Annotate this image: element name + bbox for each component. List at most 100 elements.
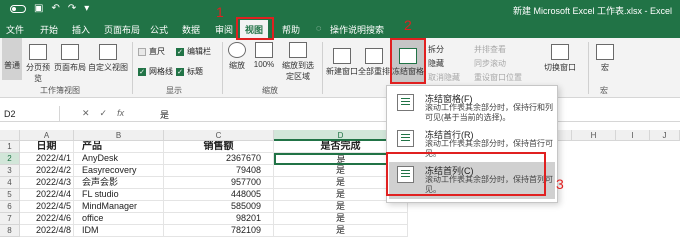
row-header[interactable]: 7 xyxy=(0,213,20,225)
headings-checkbox[interactable]: ✓ 标题 xyxy=(176,66,203,77)
reset-window-position-button[interactable]: 重设窗口位置 xyxy=(474,72,522,83)
split-button[interactable]: 拆分 xyxy=(428,44,444,55)
normal-view-button[interactable]: 普通 xyxy=(2,38,22,80)
cell-b5[interactable]: FL studio xyxy=(74,189,164,201)
tab-page-layout[interactable]: 页面布局 xyxy=(104,23,140,36)
page-layout-view-button[interactable]: 页面布局 xyxy=(52,44,88,73)
row-header[interactable]: 4 xyxy=(0,177,20,189)
custom-views-icon xyxy=(99,44,117,60)
sync-scrolling-button[interactable]: 同步滚动 xyxy=(474,58,506,69)
cell-a8[interactable]: 2022/4/8 xyxy=(20,225,74,237)
new-window-label: 新建窗口 xyxy=(326,67,358,76)
row-header[interactable]: 1 xyxy=(0,141,20,153)
freeze-panes-button[interactable]: 冻结窗格 xyxy=(392,40,424,84)
cell-a5[interactable]: 2022/4/4 xyxy=(20,189,74,201)
fx-icon[interactable]: fx xyxy=(117,108,124,119)
cell-c2[interactable]: 2367670 xyxy=(164,153,274,165)
formula-input[interactable]: 是 xyxy=(160,108,169,121)
column-header-b[interactable]: B xyxy=(74,130,164,141)
cell-c4[interactable]: 957700 xyxy=(164,177,274,189)
ruler-checkbox[interactable]: 直尺 xyxy=(138,46,165,57)
zoom-button[interactable]: 缩放 xyxy=(226,42,248,71)
autosave-toggle[interactable] xyxy=(10,4,26,13)
column-header-i[interactable]: I xyxy=(616,130,650,141)
view-side-by-side-button[interactable]: 并排查看 xyxy=(474,44,506,55)
row-header[interactable]: 2 xyxy=(0,153,20,165)
cell-d8[interactable]: 是 xyxy=(274,225,408,237)
unhide-button[interactable]: 取消隐藏 xyxy=(428,72,460,83)
tell-me-search[interactable]: 操作说明搜索 xyxy=(330,23,384,36)
cell-b8[interactable]: IDM xyxy=(74,225,164,237)
menu-item-freeze-top-row[interactable]: 冻结首行(R) 滚动工作表其余部分时，保持首行可见。 xyxy=(389,126,555,163)
cell-b7[interactable]: office xyxy=(74,213,164,225)
row-header[interactable]: 5 xyxy=(0,189,20,201)
undo-icon[interactable]: ↶ xyxy=(51,3,59,14)
name-box[interactable]: D2 xyxy=(0,106,60,121)
cancel-icon[interactable]: ✕ xyxy=(82,108,90,119)
cell-b1[interactable]: 产品 xyxy=(74,141,164,153)
select-all-corner[interactable] xyxy=(0,130,20,141)
switch-windows-icon xyxy=(551,44,569,60)
tab-help[interactable]: 帮助 xyxy=(282,23,300,36)
cell-c3[interactable]: 79408 xyxy=(164,165,274,177)
zoom-selection-icon xyxy=(289,42,307,58)
cell-c6[interactable]: 585009 xyxy=(164,201,274,213)
cell-c5[interactable]: 448005 xyxy=(164,189,274,201)
formula-bar-checkbox[interactable]: ✓ 编辑栏 xyxy=(176,46,211,57)
customize-qat-icon[interactable]: ▾ xyxy=(84,3,89,14)
cell-a3[interactable]: 2022/4/2 xyxy=(20,165,74,177)
magnifier-icon xyxy=(228,42,246,58)
switch-windows-button[interactable]: 切换窗口 xyxy=(540,44,580,73)
cell-b3[interactable]: Easyrecovery xyxy=(74,165,164,177)
column-header-j[interactable]: J xyxy=(650,130,680,141)
cell-a2[interactable]: 2022/4/1 xyxy=(20,153,74,165)
save-icon[interactable]: ▣ xyxy=(34,3,43,14)
cell-a4[interactable]: 2022/4/3 xyxy=(20,177,74,189)
lightbulb-icon: ◌ xyxy=(316,23,322,33)
tab-data[interactable]: 数据 xyxy=(182,23,200,36)
row-header[interactable]: 6 xyxy=(0,201,20,213)
new-window-button[interactable]: 新建窗口 xyxy=(326,48,358,77)
cell-c8[interactable]: 782109 xyxy=(164,225,274,237)
cell-b4[interactable]: 会声会影 xyxy=(74,177,164,189)
tab-view[interactable]: 视图 xyxy=(240,20,269,38)
column-header-c[interactable]: C xyxy=(164,130,274,141)
cell-a6[interactable]: 2022/4/5 xyxy=(20,201,74,213)
cell-b2[interactable]: AnyDesk xyxy=(74,153,164,165)
tab-formulas[interactable]: 公式 xyxy=(150,23,168,36)
zoom-100-button[interactable]: 100% xyxy=(252,42,276,69)
ruler-label: 直尺 xyxy=(149,47,165,56)
freeze-panes-label: 冻结窗格 xyxy=(392,67,424,76)
cell-a7[interactable]: 2022/4/6 xyxy=(20,213,74,225)
page-break-preview-button[interactable]: 分页预览 xyxy=(26,44,50,84)
tab-insert[interactable]: 插入 xyxy=(72,23,90,36)
enter-icon[interactable]: ✓ xyxy=(100,108,108,119)
tab-review[interactable]: 审阅 xyxy=(215,23,233,36)
cell-b6[interactable]: MindManager xyxy=(74,201,164,213)
zoom-100-label: 100% xyxy=(253,60,275,69)
cell-c1[interactable]: 销售额 xyxy=(164,141,274,153)
arrange-all-button[interactable]: 全部重排 xyxy=(358,48,390,77)
gridlines-checkbox[interactable]: ✓ 网格线 xyxy=(138,66,173,77)
macros-button[interactable]: 宏 xyxy=(594,44,616,73)
cell-d7[interactable]: 是 xyxy=(274,213,408,225)
column-header-h[interactable]: H xyxy=(572,130,616,141)
menu-item-freeze-first-column[interactable]: 冻结首列(C) 滚动工作表其余部分时，保持首列可见。 xyxy=(389,162,555,199)
tab-file[interactable]: 文件 xyxy=(6,23,24,36)
tab-home[interactable]: 开始 xyxy=(40,23,58,36)
hide-button[interactable]: 隐藏 xyxy=(428,58,444,69)
redo-icon[interactable]: ↷ xyxy=(68,3,76,14)
ribbon-separator xyxy=(222,42,223,94)
formula-bar-label: 编辑栏 xyxy=(187,47,211,56)
cell-c7[interactable]: 98201 xyxy=(164,213,274,225)
arrange-all-icon xyxy=(365,48,383,64)
column-header-a[interactable]: A xyxy=(20,130,74,141)
menu-item-freeze-panes[interactable]: 冻结窗格(F) 滚动工作表其余部分时，保持行和列可见(基于当前的选择)。 xyxy=(389,90,555,127)
row-header[interactable]: 3 xyxy=(0,165,20,177)
zoom-to-selection-button[interactable]: 缩放到选定区域 xyxy=(280,42,316,82)
freeze-first-column-icon xyxy=(397,166,414,183)
row-header[interactable]: 8 xyxy=(0,225,20,237)
custom-views-button[interactable]: 自定义视图 xyxy=(88,44,128,73)
cell-a1[interactable]: 日期 xyxy=(20,141,74,153)
macros-icon xyxy=(596,44,614,60)
